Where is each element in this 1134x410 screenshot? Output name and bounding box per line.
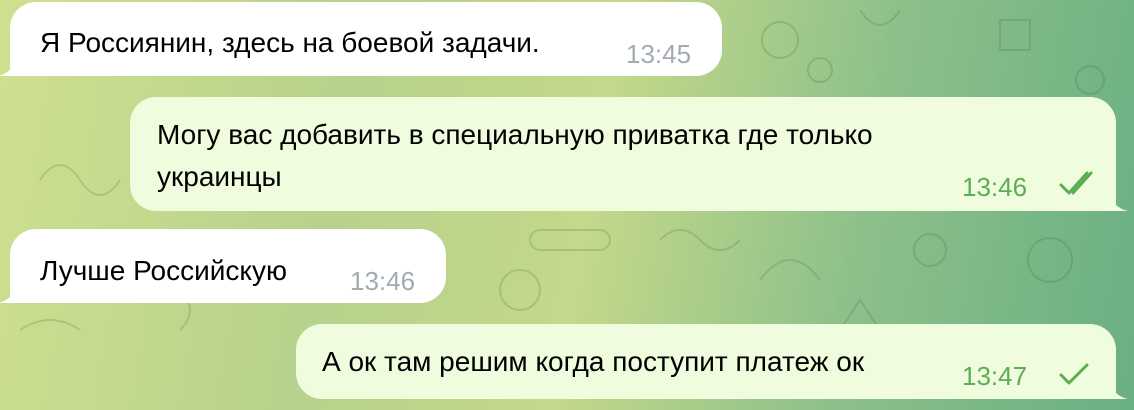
message-text: А ок там решим когда поступит платеж ок <box>322 346 865 377</box>
message-bubble-incoming[interactable]: Я Россиянин, здесь на боевой задачи. 13:… <box>0 2 722 76</box>
message-time: 13:46 <box>962 172 1028 202</box>
bubble-tail <box>0 281 20 303</box>
message-time: 13:45 <box>626 39 692 69</box>
double-check-icon <box>1059 171 1093 195</box>
message-time: 13:47 <box>962 361 1028 391</box>
message-bubble-incoming[interactable]: Лучше Российскую 13:46 <box>0 229 446 303</box>
single-check-icon <box>1059 363 1089 385</box>
message-text: Лучше Российскую <box>40 255 287 286</box>
message-text: Могу вас добавить в специальную приватка… <box>157 119 881 192</box>
bubble-tail <box>0 54 20 76</box>
message-time: 13:46 <box>350 266 416 296</box>
message-text: Я Россиянин, здесь на боевой задачи. <box>40 27 540 58</box>
bubble-tail <box>1106 377 1128 399</box>
message-bubble-outgoing[interactable]: А ок там решим когда поступит платеж ок … <box>296 324 1128 399</box>
message-bubble-outgoing[interactable]: Могу вас добавить в специальную приватка… <box>130 97 1128 211</box>
bubble-tail <box>1106 189 1128 211</box>
